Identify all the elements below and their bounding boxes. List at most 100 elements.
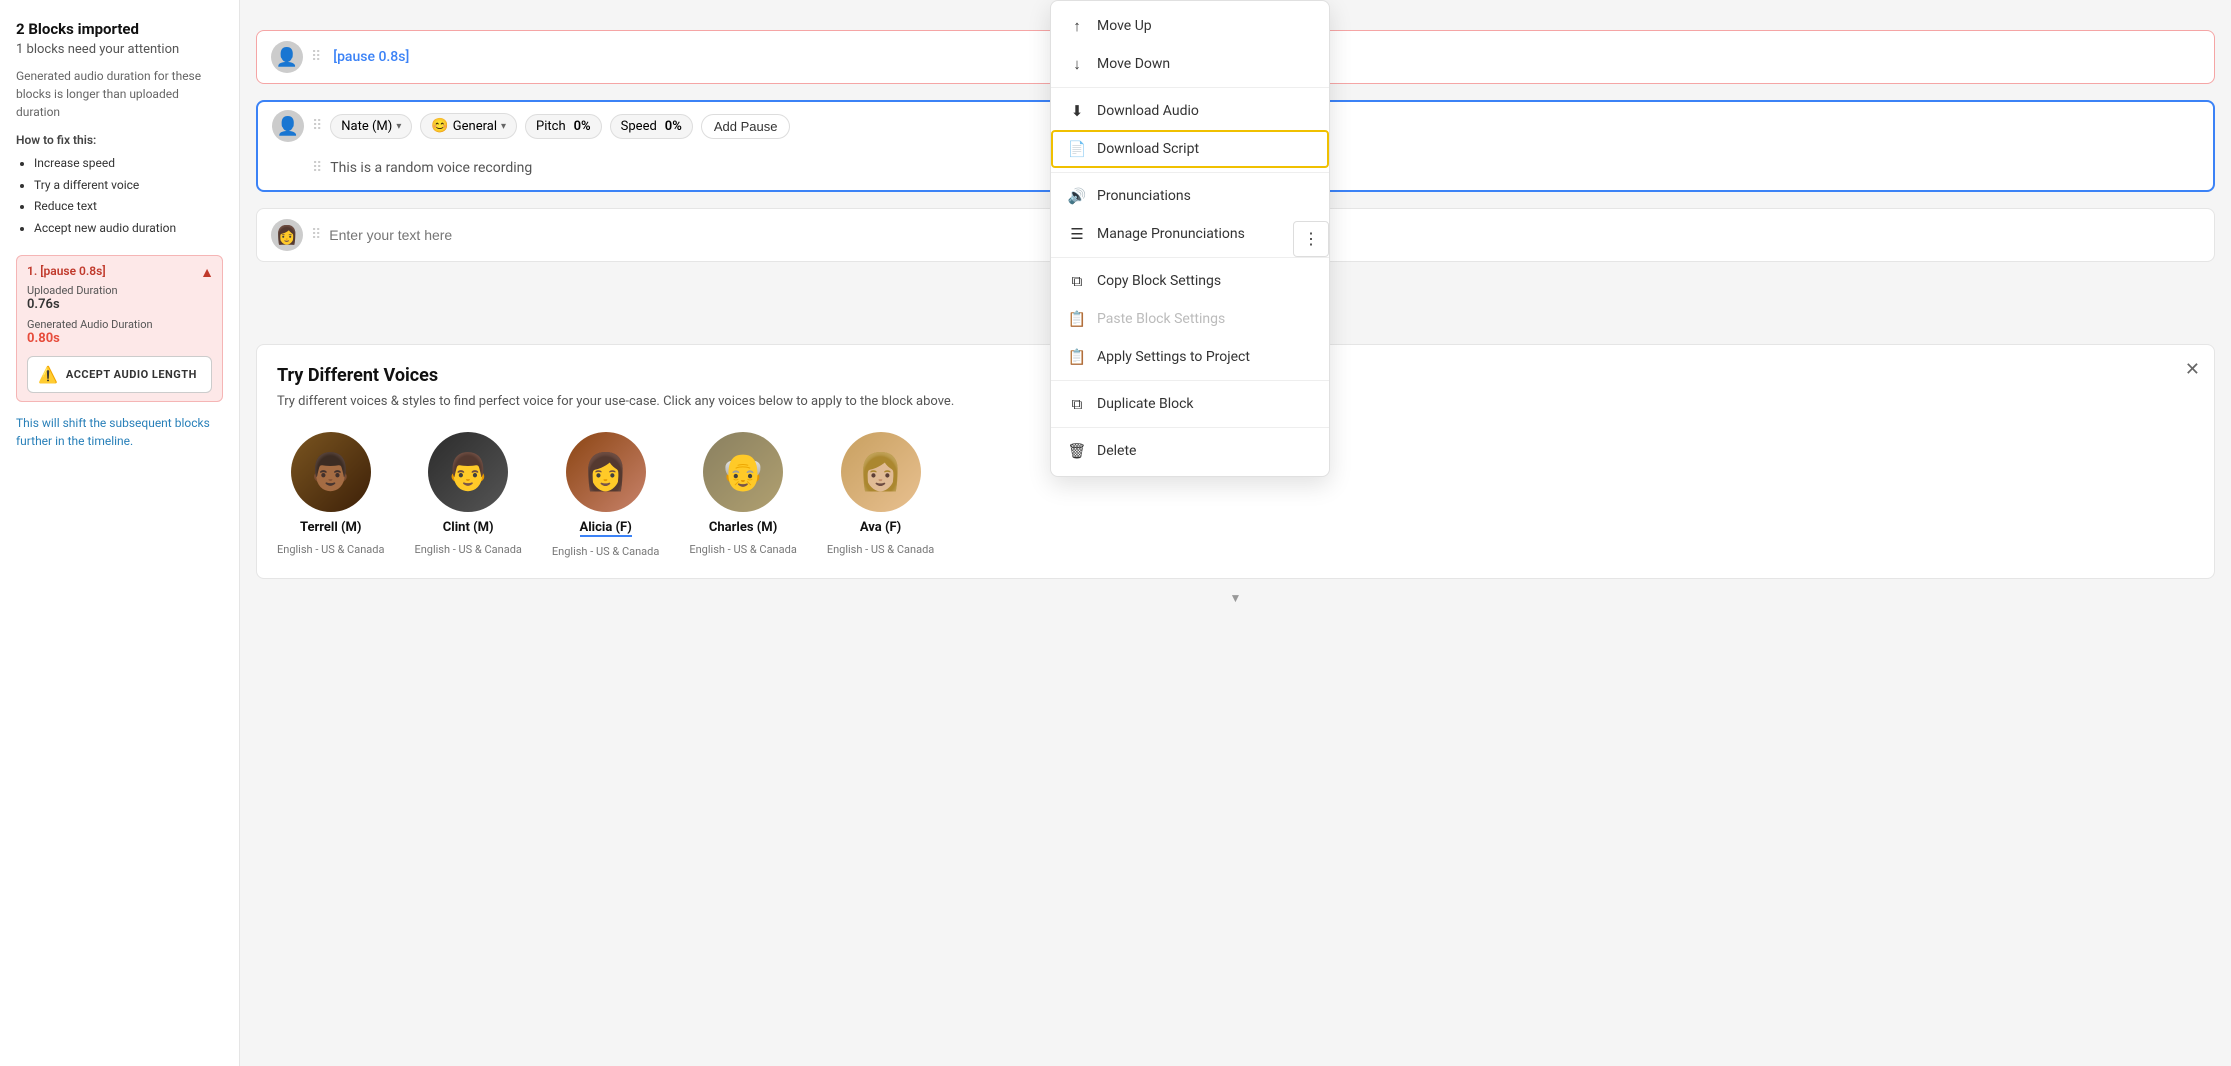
menu-label-duplicate-block: Duplicate Block: [1097, 396, 1194, 412]
menu-icon-move-down: ↓: [1067, 55, 1087, 73]
menu-item-download-audio[interactable]: ⬇ Download Audio: [1051, 92, 1329, 130]
voice-avatar-ava: 👩🏼: [841, 432, 921, 512]
menu-item-delete[interactable]: 🗑 Delete: [1051, 432, 1329, 470]
fix-item-4: Accept new audio duration: [34, 218, 223, 240]
menu-icon-download-audio: ⬇: [1067, 102, 1087, 120]
voice-lang-clint: English - US & Canada: [414, 543, 521, 556]
sidebar-block-item[interactable]: 1. [pause 0.8s] ▲ Uploaded Duration 0.76…: [16, 255, 223, 402]
menu-label-delete: Delete: [1097, 443, 1136, 459]
menu-icon-manage-pronunciations: ☰: [1067, 225, 1087, 243]
fix-item-3: Reduce text: [34, 196, 223, 218]
menu-icon-download-script: 📄: [1067, 140, 1087, 158]
sidebar-how-to-fix: How to fix this:: [16, 133, 223, 147]
speed-value: 0%: [665, 119, 682, 134]
sidebar-block-arrow: ▲: [200, 264, 214, 281]
block-avatar-voice: 👤: [272, 110, 304, 142]
divider-divider1: [1051, 87, 1329, 88]
menu-label-download-audio: Download Audio: [1097, 103, 1199, 119]
menu-item-move-up[interactable]: ↑ Move Up: [1051, 7, 1329, 45]
menu-item-move-down[interactable]: ↓ Move Down: [1051, 45, 1329, 83]
menu-label-paste-block-settings: Paste Block Settings: [1097, 311, 1225, 327]
voice-lang-ava: English - US & Canada: [827, 543, 934, 556]
style-emoji: 😊: [431, 118, 448, 134]
uploaded-duration-label: Uploaded Duration: [27, 284, 212, 297]
sidebar-title: 2 Blocks imported: [16, 20, 223, 38]
menu-item-manage-pronunciations[interactable]: ☰ Manage Pronunciations: [1051, 215, 1329, 253]
menu-icon-paste-block-settings: 📋: [1067, 310, 1087, 328]
divider-divider3: [1051, 257, 1329, 258]
voice-avatar-alicia: 👩: [566, 432, 646, 512]
block-avatar-empty: 👩: [271, 219, 303, 251]
block-drag-handle[interactable]: ⠿: [311, 49, 321, 65]
uploaded-duration-value: 0.76s: [27, 297, 212, 312]
accept-audio-length-button[interactable]: ⚠️ ACCEPT AUDIO LENGTH: [27, 356, 212, 393]
menu-icon-delete: 🗑: [1067, 442, 1087, 460]
voice-name-alicia: Alicia (F): [580, 520, 632, 537]
voice-card-charles[interactable]: 👴 Charles (M) English - US & Canada: [689, 432, 796, 558]
menu-label-pronunciations: Pronunciations: [1097, 188, 1191, 204]
menu-label-download-script: Download Script: [1097, 141, 1199, 157]
voice-name-clint: Clint (M): [443, 520, 494, 535]
voice-lang-alicia: English - US & Canada: [552, 545, 659, 558]
style-selector[interactable]: 😊 General ▾: [420, 113, 517, 139]
sidebar-fixes-list: Increase speed Try a different voice Red…: [16, 153, 223, 239]
fix-item-1: Increase speed: [34, 153, 223, 175]
speed-control[interactable]: Speed 0%: [610, 114, 693, 139]
voice-name-charles: Charles (M): [709, 520, 777, 535]
menu-icon-move-up: ↑: [1067, 17, 1087, 35]
menu-item-copy-block-settings[interactable]: ⧉ Copy Block Settings: [1051, 262, 1329, 300]
text-drag-handle[interactable]: ⠿: [312, 160, 322, 176]
block-drag-handle-3[interactable]: ⠿: [311, 227, 321, 243]
divider-divider5: [1051, 427, 1329, 428]
pitch-label: Pitch: [536, 119, 566, 134]
style-name: General: [453, 119, 497, 134]
voice-avatar-charles: 👴: [703, 432, 783, 512]
sidebar: 2 Blocks imported 1 blocks need your att…: [0, 0, 240, 1066]
voice-lang-charles: English - US & Canada: [689, 543, 796, 556]
voice-selector[interactable]: Nate (M) ▾: [330, 114, 412, 139]
context-menu: ↑ Move Up ↓ Move Down ⬇ Download Audio 📄…: [1050, 0, 1330, 477]
fix-item-2: Try a different voice: [34, 175, 223, 197]
menu-icon-pronunciations: 🔊: [1067, 187, 1087, 205]
menu-item-apply-settings[interactable]: 📋 Apply Settings to Project: [1051, 338, 1329, 376]
divider-divider4: [1051, 380, 1329, 381]
block-drag-handle-2[interactable]: ⠿: [312, 118, 322, 134]
menu-label-move-down: Move Down: [1097, 56, 1170, 72]
block-pause-text: [pause 0.8s]: [333, 49, 409, 65]
voice-name-terrell: Terrell (M): [300, 520, 362, 535]
menu-label-copy-block-settings: Copy Block Settings: [1097, 273, 1221, 289]
sidebar-desc: Generated audio duration for these block…: [16, 67, 223, 121]
pitch-value: 0%: [574, 119, 591, 134]
voice-avatar-clint: 👨: [428, 432, 508, 512]
speed-label: Speed: [621, 119, 657, 134]
warning-icon: ⚠️: [38, 365, 58, 384]
menu-icon-copy-block-settings: ⧉: [1067, 272, 1087, 290]
menu-item-paste-block-settings: 📋 Paste Block Settings: [1051, 300, 1329, 338]
scroll-down-arrow[interactable]: ▼: [240, 587, 2231, 609]
menu-label-apply-settings: Apply Settings to Project: [1097, 349, 1250, 365]
voices-panel-close-button[interactable]: ✕: [2185, 359, 2200, 380]
menu-item-download-script[interactable]: 📄 Download Script ⋮: [1051, 130, 1329, 168]
voice-name: Nate (M): [341, 119, 392, 134]
voice-lang-terrell: English - US & Canada: [277, 543, 384, 556]
block-avatar-pause: 👤: [271, 41, 303, 73]
chevron-down-icon: ▾: [396, 121, 401, 132]
add-pause-button[interactable]: Add Pause: [701, 114, 791, 139]
voice-card-clint[interactable]: 👨 Clint (M) English - US & Canada: [414, 432, 521, 558]
menu-label-move-up: Move Up: [1097, 18, 1152, 34]
accept-btn-label: ACCEPT AUDIO LENGTH: [66, 368, 197, 381]
voice-card-ava[interactable]: 👩🏼 Ava (F) English - US & Canada: [827, 432, 934, 558]
style-chevron-icon: ▾: [501, 121, 506, 132]
menu-icon-duplicate-block: ⧉: [1067, 395, 1087, 413]
sidebar-subtitle: 1 blocks need your attention: [16, 42, 223, 57]
three-dot-button[interactable]: ⋮: [1293, 221, 1329, 257]
menu-item-duplicate-block[interactable]: ⧉ Duplicate Block: [1051, 385, 1329, 423]
voice-card-alicia[interactable]: 👩 Alicia (F) English - US & Canada: [552, 432, 659, 558]
generated-audio-label: Generated Audio Duration: [27, 318, 212, 331]
pitch-control[interactable]: Pitch 0%: [525, 114, 602, 139]
divider-divider2: [1051, 172, 1329, 173]
menu-label-manage-pronunciations: Manage Pronunciations: [1097, 226, 1245, 242]
voice-card-terrell[interactable]: 👨🏾 Terrell (M) English - US & Canada: [277, 432, 384, 558]
voice-name-ava: Ava (F): [860, 520, 901, 535]
menu-item-pronunciations[interactable]: 🔊 Pronunciations: [1051, 177, 1329, 215]
